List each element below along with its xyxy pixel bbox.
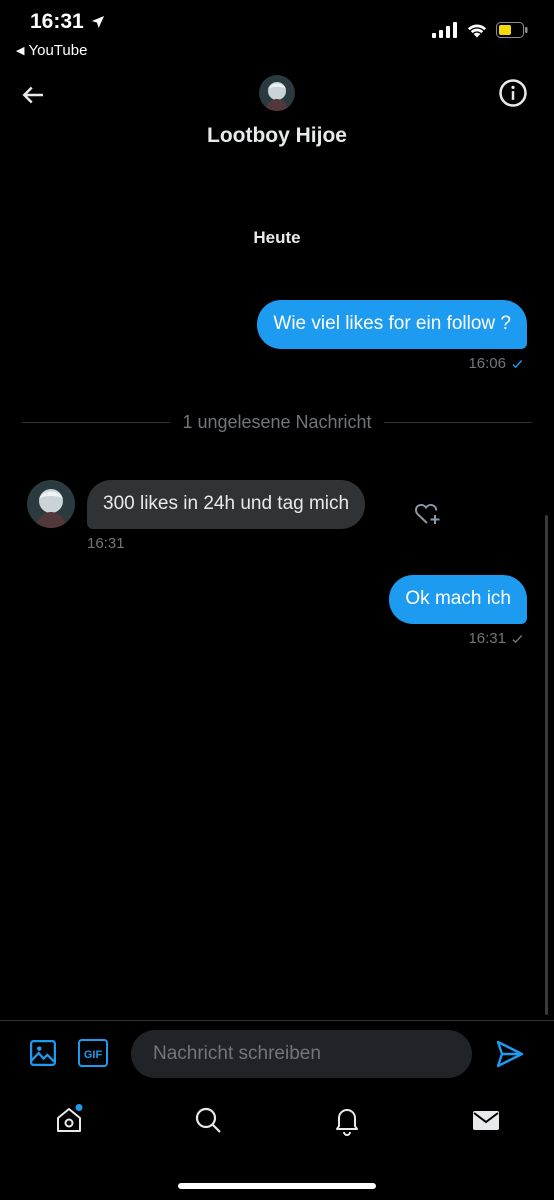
location-arrow-icon (91, 16, 104, 28)
avatar-image (259, 75, 295, 111)
divider-line (383, 421, 532, 423)
outgoing-message-bubble[interactable]: Wie viel likes for ein follow ? (257, 300, 527, 349)
unread-label: 1 ungelesene Nachricht (182, 411, 372, 432)
avatar-image (27, 480, 75, 528)
search-icon (195, 1107, 221, 1133)
message-meta: 16:06 (468, 355, 524, 372)
unread-divider: 1 ungelesene Nachricht (22, 410, 532, 434)
image-icon[interactable] (28, 1038, 58, 1068)
back-triangle-icon: ◀ (16, 45, 25, 57)
message-meta: 16:31 (468, 630, 524, 647)
mail-icon (473, 1111, 499, 1130)
scrollbar[interactable] (545, 515, 548, 1015)
home-indicator[interactable] (178, 1183, 376, 1189)
nav-messages[interactable] (470, 1104, 502, 1136)
divider-line (22, 421, 171, 423)
status-time: 16:31 (30, 10, 106, 34)
date-divider: Heute (253, 228, 301, 247)
status-indicators (432, 22, 528, 38)
back-arrow-icon[interactable] (18, 80, 48, 110)
back-to-app-link[interactable]: ◀ YouTube (16, 42, 87, 59)
send-icon[interactable] (494, 1038, 526, 1070)
check-icon (512, 634, 523, 643)
conversation-title[interactable]: Lootboy Hijoe (0, 124, 554, 148)
nav-home[interactable] (53, 1104, 85, 1136)
dm-screen: 16:31 ◀ YouTube Lootboy Hijoe Heute Wie … (0, 0, 554, 1200)
back-app-label: YouTube (28, 42, 88, 59)
message-time: 16:06 (468, 355, 506, 372)
heart-plus-icon[interactable] (412, 497, 444, 529)
composer-divider (0, 1020, 554, 1021)
incoming-message-bubble[interactable]: 300 likes in 24h und tag mich (87, 480, 366, 529)
message-time: 16:31 (468, 630, 506, 647)
outgoing-message-bubble[interactable]: Ok mach ich (389, 575, 527, 624)
svg-text:GIF: GIF (84, 1049, 103, 1061)
signal-icon (432, 22, 457, 38)
nav-notifications[interactable] (331, 1104, 363, 1136)
sender-avatar[interactable] (27, 480, 75, 528)
message-input[interactable] (131, 1030, 472, 1078)
message-time: 16:31 (87, 535, 125, 552)
gif-icon[interactable]: GIF (78, 1039, 108, 1067)
status-time-text: 16:31 (30, 10, 84, 33)
home-icon (57, 1104, 83, 1132)
info-icon[interactable] (498, 78, 528, 108)
check-icon (512, 359, 523, 368)
wifi-icon (467, 24, 487, 38)
nav-search[interactable] (192, 1104, 224, 1136)
bell-icon (336, 1109, 358, 1136)
header-avatar[interactable] (259, 75, 295, 111)
battery-icon (496, 22, 528, 38)
